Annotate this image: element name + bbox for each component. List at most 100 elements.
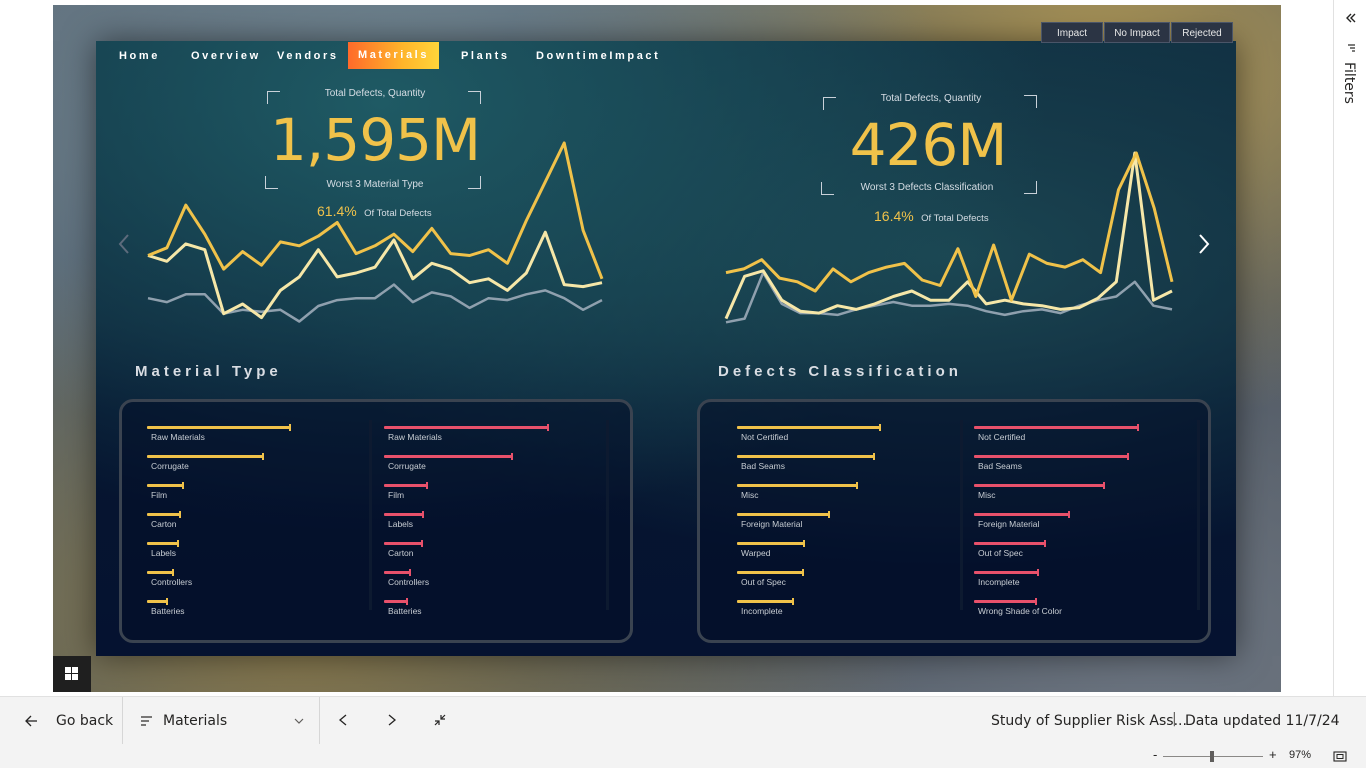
defects-noimpact-bar[interactable] xyxy=(974,455,1129,458)
zoom-out-button[interactable]: - xyxy=(1153,747,1157,762)
nav-tab-plants[interactable]: Plants xyxy=(461,46,510,68)
material-impact-bar[interactable] xyxy=(147,513,180,516)
material-noimpact-label: Batteries xyxy=(388,606,422,616)
defects-impact-label: Incomplete xyxy=(741,606,783,616)
sparkline-right-chart xyxy=(724,151,1174,324)
material-noimpact-scrollbar[interactable] xyxy=(606,420,609,610)
material-noimpact-bar[interactable] xyxy=(384,571,411,574)
go-back-label: Go back xyxy=(56,713,114,729)
defects-noimpact-label: Incomplete xyxy=(978,577,1020,587)
chevron-down-icon xyxy=(294,718,304,724)
divider xyxy=(319,697,320,744)
carousel-prev-icon[interactable] xyxy=(117,233,131,255)
defects-impact-label: Out of Spec xyxy=(741,577,786,587)
material-impact-bar[interactable] xyxy=(147,484,183,487)
chevron-right-icon[interactable] xyxy=(385,713,399,727)
nav-tab-downtimeimpact[interactable]: DowntimeImpact xyxy=(536,46,660,68)
material-noimpact-bar-end xyxy=(510,453,513,460)
defects-impact-bar-end xyxy=(879,424,881,431)
material-noimpact-bar[interactable] xyxy=(384,484,427,487)
slicer-impact-button[interactable]: Impact xyxy=(1041,22,1103,43)
material-impact-bar[interactable] xyxy=(147,571,173,574)
defects-noimpact-bar[interactable] xyxy=(974,484,1104,487)
material-noimpact-bar[interactable] xyxy=(384,455,512,458)
material-noimpact-bar-end xyxy=(409,569,412,576)
slicer-rejected-button[interactable]: Rejected xyxy=(1171,22,1233,43)
zoom-in-button[interactable]: + xyxy=(1269,747,1277,762)
carousel-next-icon[interactable] xyxy=(1197,233,1211,255)
defects-impact-bar-end xyxy=(873,453,876,460)
defects-noimpact-bar[interactable] xyxy=(974,542,1045,545)
material-noimpact-bar[interactable] xyxy=(384,542,422,545)
filters-label-wrap[interactable]: Filters xyxy=(1341,62,1361,112)
defects-noimpact-bar-end xyxy=(1102,482,1105,489)
defects-impact-bar[interactable] xyxy=(737,542,805,545)
material-noimpact-bar[interactable] xyxy=(384,513,424,516)
material-noimpact-label: Labels xyxy=(388,519,414,529)
material-noimpact-label: Corrugate xyxy=(388,461,426,471)
material-noimpact-bar-end xyxy=(547,424,549,431)
defects-noimpact-label: Wrong Shade of Color xyxy=(978,606,1062,616)
defects-impact-label: Warped xyxy=(741,548,771,558)
material-impact-bar[interactable] xyxy=(147,600,168,603)
material-noimpact-bar[interactable] xyxy=(384,426,548,429)
windows-icon xyxy=(65,667,78,680)
material-impact-label: Carton xyxy=(151,519,177,529)
material-noimpact-bar[interactable] xyxy=(384,600,407,603)
nav-tab-vendors[interactable]: Vendors xyxy=(277,46,339,68)
status-separator: | xyxy=(1172,711,1177,727)
go-back-button[interactable]: Go back xyxy=(18,709,118,733)
zoom-slider-thumb[interactable] xyxy=(1210,751,1214,762)
defects-noimpact-label: Not Certified xyxy=(978,432,1026,442)
divider xyxy=(122,697,123,744)
defects-impact-bar[interactable] xyxy=(737,571,803,574)
defects-classification-title: Defects Classification xyxy=(718,363,962,380)
material-noimpact-label: Carton xyxy=(388,548,414,558)
sparkline-left-chart xyxy=(147,141,604,323)
defects-impact-bar-end xyxy=(791,598,794,605)
defects-noimpact-bar-end xyxy=(1068,511,1071,518)
defects-noimpact-bar[interactable] xyxy=(974,513,1070,516)
defects-impact-bar[interactable] xyxy=(737,455,875,458)
material-impact-bar[interactable] xyxy=(147,542,179,545)
defects-noimpact-scrollbar[interactable] xyxy=(1197,420,1200,610)
material-impact-bar[interactable] xyxy=(147,455,263,458)
collapse-icon[interactable] xyxy=(433,713,447,727)
filter-icon xyxy=(1348,44,1355,52)
nav-tab-home[interactable]: Home xyxy=(119,46,160,68)
defects-noimpact-bar-end xyxy=(1035,598,1038,605)
sparkline-right-yellow-line xyxy=(725,151,1174,302)
defects-noimpact-bar[interactable] xyxy=(974,571,1038,574)
nav-tab-materials[interactable]: Materials xyxy=(348,42,439,69)
chevron-left-icon[interactable] xyxy=(336,713,350,727)
defects-impact-scrollbar[interactable] xyxy=(960,420,963,610)
defects-noimpact-bar-end xyxy=(1137,424,1139,431)
kpi-right-title: Total Defects, Quantity xyxy=(880,93,982,104)
material-impact-bar[interactable] xyxy=(147,426,290,429)
page-list-icon xyxy=(141,716,152,726)
material-impact-scrollbar[interactable] xyxy=(369,420,372,610)
defects-impact-bar[interactable] xyxy=(737,426,880,429)
material-noimpact-bar-end xyxy=(405,598,408,605)
report-name: Study of Supplier Risk Ass... xyxy=(991,713,1187,729)
defects-noimpact-bar[interactable] xyxy=(974,426,1138,429)
fit-to-page-icon[interactable] xyxy=(1333,751,1347,762)
slicer-no-impact-button[interactable]: No Impact xyxy=(1104,22,1170,43)
defects-impact-bar[interactable] xyxy=(737,484,858,487)
double-chevron-icon[interactable] xyxy=(1345,12,1357,24)
material-impact-bar-end xyxy=(171,569,174,576)
windows-button[interactable] xyxy=(53,656,91,692)
material-noimpact-label: Film xyxy=(388,490,405,500)
defects-impact-bar[interactable] xyxy=(737,600,793,603)
defects-noimpact-bar[interactable] xyxy=(974,600,1037,603)
nav-tab-overview[interactable]: Overview xyxy=(191,46,261,68)
defects-noimpact-bar-end xyxy=(1127,453,1130,460)
filters-pane[interactable]: Filters xyxy=(1333,0,1366,696)
material-noimpact-label: Controllers xyxy=(388,577,430,587)
defects-impact-label: Not Certified xyxy=(741,432,789,442)
zoom-level: 97% xyxy=(1289,749,1312,761)
page-selector-dropdown[interactable]: Materials xyxy=(134,709,306,733)
material-impact-bar-end xyxy=(181,482,184,489)
defects-noimpact-label: Misc xyxy=(978,490,996,500)
defects-impact-bar[interactable] xyxy=(737,513,829,516)
